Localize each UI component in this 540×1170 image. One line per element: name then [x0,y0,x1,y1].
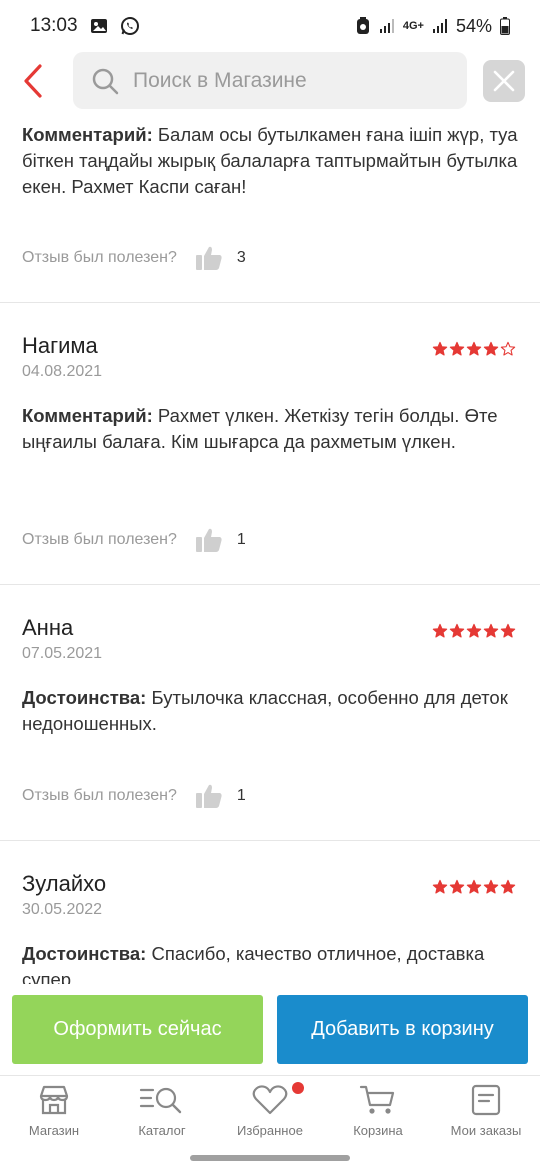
review-date: 04.08.2021 [22,363,103,380]
star-filled-icon [500,623,516,638]
star-filled-icon [483,879,499,894]
reviewer-name: Зулайхо [22,871,107,896]
data-saver-icon [355,17,371,35]
review-item: Анна 07.05.2021 Достоинства: Бутылочка к… [0,585,540,841]
thumbs-up-icon[interactable] [195,245,223,271]
helpful-label: Отзыв был полезен? [22,787,177,804]
gallery-icon [90,18,108,34]
cart-icon [359,1085,395,1114]
status-right: 4G+ 54% [355,16,510,37]
star-filled-icon [483,341,499,356]
star-filled-icon [449,879,465,894]
nav-label: Магазин [28,1123,80,1138]
review-item: Зулайхо 30.05.2022 Достоинства: Спасибо,… [0,841,540,984]
helpful-count: 3 [236,249,246,266]
status-bar: 13:03 4G+ 54% [0,0,540,52]
battery-icon [500,17,510,35]
orders-icon [471,1084,501,1116]
thumbs-up-icon[interactable] [195,527,223,553]
helpful-count: 1 [236,531,246,548]
battery-percent: 54% [455,15,492,36]
store-icon [39,1085,69,1115]
review-body: Достоинства: Бутылочка классная, особенн… [22,685,522,737]
helpful-label: Отзыв был полезен? [22,531,177,548]
nav-item-store[interactable]: Магазин [0,1084,108,1138]
reviewer-name: Анна [22,615,74,640]
nav-item-orders[interactable]: Мои заказы [432,1084,540,1138]
clear-search-button[interactable] [483,60,525,102]
nav-label: Мои заказы [450,1123,522,1138]
signal-icon-2 [432,18,448,34]
review-date: 07.05.2021 [22,645,103,662]
star-filled-icon [449,623,465,638]
star-filled-icon [432,879,448,894]
review-body: Достоинства: Спасибо, качество отличное,… [22,941,522,984]
helpful-row: Отзыв был полезен? 1 [22,783,246,809]
notification-dot [292,1082,304,1094]
home-indicator[interactable] [190,1155,350,1161]
star-filled-icon [466,879,482,894]
helpful-row: Отзыв был полезен? 3 [22,245,246,271]
review-label: Комментарий: [22,124,153,145]
whatsapp-icon [120,16,140,36]
star-filled-icon [449,341,465,356]
nav-item-cart[interactable]: Корзина [324,1084,432,1138]
review-item: Нагима 04.08.2021 Комментарий: Рахмет үл… [0,303,540,585]
back-button[interactable] [18,60,48,102]
star-filled-icon [432,623,448,638]
star-filled-icon [466,623,482,638]
star-filled-icon [466,341,482,356]
review-body: Комментарий: Балам осы бутылкамен ғана і… [22,122,522,200]
helpful-label: Отзыв был полезен? [22,249,177,266]
review-body: Комментарий: Рахмет үлкен. Жеткізу тегін… [22,403,522,455]
review-label: Комментарий: [22,405,153,426]
rating-stars [432,623,516,639]
star-filled-icon [432,341,448,356]
nav-item-catalog[interactable]: Каталог [108,1084,216,1138]
status-left: 13:03 [30,15,140,37]
search-icon [92,68,119,94]
rating-stars [432,341,516,357]
review-date: 30.05.2022 [22,901,103,918]
buy-now-button[interactable]: Оформить сейчас [12,995,263,1064]
network-type: 4G+ [402,20,424,32]
helpful-count: 1 [236,787,246,804]
signal-icon [379,18,395,34]
review-item: Комментарий: Балам осы бутылкамен ғана і… [0,114,540,303]
chevron-left-icon [24,64,42,98]
review-label: Достоинства: [22,943,147,964]
heart-icon [252,1085,288,1115]
action-bar: Оформить сейчас Добавить в корзину [0,984,540,1074]
star-filled-icon [483,623,499,638]
close-icon [493,70,515,92]
search-header: Поиск в Магазине [0,52,540,114]
nav-item-favorites[interactable]: Избранное [216,1084,324,1138]
add-to-cart-button[interactable]: Добавить в корзину [277,995,528,1064]
helpful-row: Отзыв был полезен? 1 [22,527,246,553]
rating-stars [432,879,516,895]
review-label: Достоинства: [22,687,147,708]
nav-label: Избранное [237,1123,303,1138]
star-filled-icon [500,879,516,894]
search-input[interactable]: Поиск в Магазине [73,52,467,109]
star-empty-icon [500,341,516,356]
reviewer-name: Нагима [22,333,98,358]
reviews-list[interactable]: Комментарий: Балам осы бутылкамен ғана і… [0,114,540,984]
nav-label: Корзина [353,1123,403,1138]
search-placeholder: Поиск в Магазине [133,68,307,92]
nav-label: Каталог [138,1123,186,1138]
status-time: 13:03 [30,15,78,36]
thumbs-up-icon[interactable] [195,783,223,809]
catalog-search-icon [139,1087,182,1114]
